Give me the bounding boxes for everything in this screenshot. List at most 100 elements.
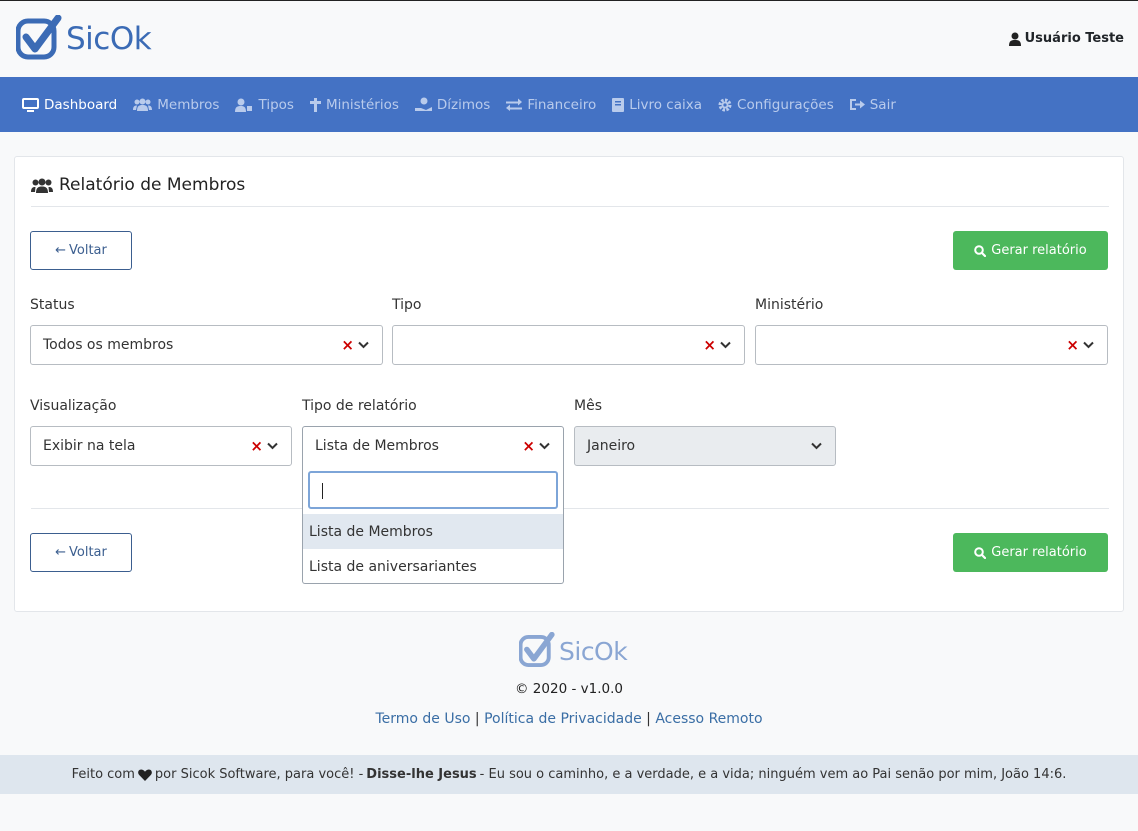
- footer-logo: SicOk: [519, 632, 628, 670]
- brand-logo[interactable]: SicOk: [16, 15, 152, 63]
- nav-label: Ministérios: [325, 96, 399, 113]
- generate-report-button-top[interactable]: Gerar relatório: [953, 231, 1108, 270]
- check-shield-logo-icon: [519, 632, 555, 668]
- clear-icon[interactable]: ×: [250, 438, 263, 454]
- status-value: Todos os membros: [43, 337, 174, 353]
- check-shield-logo-icon: [16, 15, 62, 60]
- nav-item-livro-caixa[interactable]: Livro caixa: [612, 97, 702, 113]
- nav-item-membros[interactable]: Membros: [133, 97, 219, 113]
- chevron-down-icon: [1083, 341, 1094, 349]
- arrow-left-icon: ←: [55, 243, 67, 258]
- link-separator: |: [646, 711, 651, 727]
- chevron-down-icon: [267, 442, 278, 450]
- generate-report-button-bottom[interactable]: Gerar relatório: [953, 533, 1108, 572]
- page-title: Relatório de Membros: [31, 175, 245, 195]
- dropdown-option[interactable]: Lista de Membros: [303, 514, 563, 549]
- gear-icon: [718, 98, 732, 111]
- report-card: Relatório de Membros ← Voltar Gerar rela…: [14, 156, 1124, 612]
- option-label: Lista de aniversariantes: [309, 558, 477, 575]
- nav-label: Dízimos: [436, 96, 491, 113]
- tipo-relatorio-value: Lista de Membros: [315, 438, 439, 454]
- terms-link[interactable]: Termo de Uso: [375, 711, 470, 727]
- nav-label: Dashboard: [44, 96, 118, 113]
- brand-name: SicOk: [66, 21, 152, 57]
- divider: [31, 508, 1109, 509]
- tagline-quote: - Eu sou o caminho, e a verdade, e a vid…: [479, 767, 1067, 782]
- mes-label: Mês: [574, 398, 602, 414]
- desktop-icon: [22, 97, 39, 112]
- status-label: Status: [30, 297, 75, 313]
- tagline-prefix: Feito com: [71, 767, 135, 782]
- heart-icon: [138, 769, 152, 781]
- search-icon: [974, 244, 987, 257]
- clear-icon[interactable]: ×: [1066, 337, 1079, 353]
- visualizacao-select[interactable]: Exibir na tela ×: [30, 426, 292, 466]
- user-menu[interactable]: Usuário Teste: [1008, 31, 1124, 46]
- clear-icon[interactable]: ×: [341, 337, 354, 353]
- footer-brand-name: SicOk: [559, 636, 628, 666]
- clear-icon[interactable]: ×: [703, 337, 716, 353]
- tipo-relatorio-dropdown: Lista de Membros Lista de aniversariante…: [302, 465, 564, 584]
- book-icon: [612, 97, 625, 112]
- status-select[interactable]: Todos os membros ×: [30, 325, 383, 365]
- generate-report-label: Gerar relatório: [991, 545, 1087, 560]
- nav-label: Membros: [157, 96, 220, 113]
- privacy-link[interactable]: Política de Privacidade: [484, 711, 642, 727]
- link-separator: |: [474, 711, 480, 727]
- page-title-text: Relatório de Membros: [59, 175, 246, 195]
- tagline-bar: Feito com por Sicok Software, para você!…: [0, 755, 1138, 794]
- chevron-down-icon: [539, 442, 550, 450]
- user-tag-icon: [235, 98, 253, 112]
- text-caret: [322, 483, 323, 499]
- hand-coin-icon: [414, 97, 432, 111]
- copyright: © 2020 - v1.0.0: [515, 681, 623, 697]
- tipo-relatorio-label: Tipo de relatório: [302, 398, 417, 414]
- back-button-label: Voltar: [69, 243, 107, 258]
- cross-icon: [309, 97, 321, 112]
- visualizacao-label: Visualização: [30, 398, 117, 414]
- remote-access-link[interactable]: Acesso Remoto: [655, 711, 762, 727]
- nav-item-ministerios[interactable]: Ministérios: [309, 96, 399, 113]
- footer-links: Termo de Uso | Política de Privacidade |…: [0, 711, 1138, 727]
- nav-item-configuracoes[interactable]: Configurações: [718, 97, 834, 113]
- chevron-down-icon: [811, 442, 822, 450]
- ministerio-label: Ministério: [755, 297, 824, 313]
- tipo-label: Tipo: [392, 297, 422, 313]
- nav-label: Livro caixa: [629, 96, 703, 113]
- main-nav: Dashboard Membros Tipos Ministérios Dízi…: [0, 77, 1138, 132]
- generate-report-label: Gerar relatório: [991, 243, 1087, 258]
- nav-item-tipos[interactable]: Tipos: [235, 96, 294, 113]
- nav-item-sair[interactable]: Sair: [849, 96, 896, 113]
- user-name: Usuário Teste: [1024, 31, 1124, 46]
- nav-item-financeiro[interactable]: Financeiro: [506, 97, 596, 113]
- user-icon: [1008, 32, 1021, 46]
- ministerio-select[interactable]: ×: [755, 325, 1108, 365]
- nav-label: Configurações: [737, 96, 834, 113]
- users-icon: [133, 98, 153, 111]
- search-icon: [974, 546, 987, 559]
- tagline-bold: Disse-lhe Jesus: [366, 767, 477, 782]
- tipo-relatorio-select[interactable]: Lista de Membros ×: [302, 426, 564, 466]
- tipo-select[interactable]: ×: [392, 325, 745, 365]
- arrow-left-icon: ←: [55, 545, 67, 560]
- nav-label: Financeiro: [527, 96, 597, 113]
- option-label: Lista de Membros: [309, 523, 433, 540]
- chevron-down-icon: [358, 341, 369, 349]
- nav-label: Tipos: [258, 96, 294, 113]
- mes-select: Janeiro: [574, 426, 836, 466]
- chevron-down-icon: [720, 341, 731, 349]
- clear-icon[interactable]: ×: [522, 438, 535, 454]
- back-button-top[interactable]: ← Voltar: [30, 231, 132, 270]
- visualizacao-value: Exibir na tela: [43, 438, 136, 454]
- nav-item-dashboard[interactable]: Dashboard: [22, 97, 117, 113]
- mes-value: Janeiro: [587, 438, 636, 454]
- top-header: SicOk Usuário Teste: [0, 0, 1138, 77]
- dropdown-option[interactable]: Lista de aniversariantes: [303, 549, 563, 584]
- back-button-bottom[interactable]: ← Voltar: [30, 533, 132, 572]
- dropdown-search-input[interactable]: [308, 471, 558, 509]
- nav-label: Sair: [869, 96, 896, 113]
- users-icon: [31, 178, 53, 193]
- sign-out-icon: [849, 99, 865, 110]
- nav-item-dizimos[interactable]: Dízimos: [414, 96, 491, 113]
- tagline-mid: por Sicok Software, para você! -: [154, 767, 364, 782]
